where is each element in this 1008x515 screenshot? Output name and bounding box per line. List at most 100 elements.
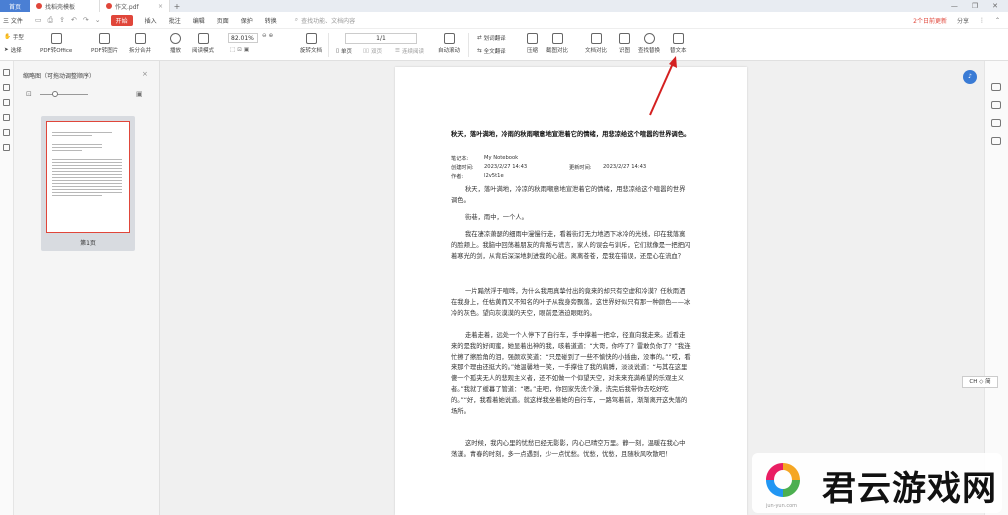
menu-page[interactable]: 页面 xyxy=(217,16,229,25)
more-options-icon[interactable]: ⋮ xyxy=(979,17,985,24)
play-button[interactable]: 播放 xyxy=(170,33,181,54)
double-page-label: 双页 xyxy=(371,49,383,55)
double-page-button[interactable]: ▯▯ 双页 xyxy=(363,47,382,55)
ocr-button[interactable]: 识图 xyxy=(619,33,630,54)
hand-tool[interactable]: ✋ 手型 xyxy=(4,33,24,41)
select-tool[interactable]: ➤ 选择 xyxy=(4,46,22,54)
small-image-icon: ⊡ xyxy=(26,90,32,98)
translate-button[interactable]: ⇄ 划词翻译 xyxy=(477,34,506,42)
menu-bar: 三 文件 ▭ ⎙ ⇪ ↶ ↷ ⌄ 开始 插入 批注 编辑 页面 保护 转换 ⌕ … xyxy=(0,12,1008,29)
find-replace-button[interactable]: 查找替换 xyxy=(638,33,660,54)
page-indicator[interactable]: 1/1 xyxy=(345,33,417,44)
watermark-logo-icon xyxy=(766,463,800,497)
play-label: 播放 xyxy=(170,48,182,54)
pdf-page[interactable]: 秋天，落叶满地，冷雨的秋雨嘲意地宣泄着它的情绪，用悲凉给这个喧嚣的世界调色。 笔… xyxy=(395,67,747,515)
hand-tool-label: 手型 xyxy=(12,35,24,41)
auto-scroll-label: 自动滚动 xyxy=(438,48,461,54)
compress-button[interactable]: 压缩 xyxy=(527,33,538,54)
layers-icon[interactable] xyxy=(3,144,10,151)
close-panel-icon[interactable]: × xyxy=(142,70,148,78)
search-box[interactable]: ⌕ 查找功能、文档内容 xyxy=(295,16,355,25)
actual-size-icon[interactable]: ▣ xyxy=(244,47,249,53)
pdf-to-office-button[interactable]: PDF转Office xyxy=(40,33,72,54)
thumbnail-page-label: 第1页 xyxy=(80,240,96,247)
fit-page-icon[interactable]: ⊡ xyxy=(237,47,242,53)
search-icon: ⌕ xyxy=(294,16,299,23)
undo-icon[interactable]: ↶ xyxy=(71,16,77,25)
large-image-icon: ▣ xyxy=(136,90,143,98)
thumbnail-size-slider[interactable]: ⊡ ▣ xyxy=(26,90,146,100)
attachment-icon[interactable] xyxy=(3,114,10,121)
more-icon[interactable]: ⌄ xyxy=(95,16,101,25)
translate-side-icon[interactable] xyxy=(991,101,1001,109)
print-icon[interactable]: ⎙ xyxy=(48,16,54,25)
assistant-button[interactable]: ♪ xyxy=(963,70,977,84)
ocr-label: 识图 xyxy=(619,48,631,54)
menu-protect[interactable]: 保护 xyxy=(241,16,253,25)
zoom-out-icon[interactable]: ⊖ xyxy=(262,33,267,39)
file-menu[interactable]: 三 文件 xyxy=(3,16,23,25)
slider-track[interactable] xyxy=(40,94,88,95)
share-button[interactable]: 分享 xyxy=(957,16,969,25)
fit-width-icon[interactable]: ⬚ xyxy=(230,47,235,53)
collapse-icon[interactable]: ⌃ xyxy=(995,17,1000,24)
bookmark-icon[interactable] xyxy=(3,69,10,76)
menu-edit[interactable]: 编辑 xyxy=(193,16,205,25)
compress-icon xyxy=(527,33,538,44)
pdf-to-image-button[interactable]: PDF转图片 xyxy=(91,33,118,54)
notebook-value: My Notebook xyxy=(484,155,519,161)
single-page-button[interactable]: ▯ 单页 xyxy=(336,47,352,55)
pdf-to-image-label: PDF转图片 xyxy=(91,48,119,54)
screenshot-compare-label: 截图对比 xyxy=(546,48,569,54)
signature-icon[interactable] xyxy=(3,129,10,136)
thumbnail-icon[interactable] xyxy=(3,84,10,91)
slider-handle[interactable] xyxy=(52,91,58,97)
paragraph: 走着走着，远处一个人停下了自行车，手中撑着一把伞，径直向我走来。近看走来的是我的… xyxy=(451,332,691,415)
tab-document[interactable]: 作文.pdf × xyxy=(100,0,170,12)
paragraph: 一片黯然浮于喧哗，为什么我用真挚付出的竟来的却只有空虚和冷漠？任秋雨洒在我身上，… xyxy=(451,288,691,317)
continuous-label: 连续阅读 xyxy=(401,49,424,55)
auto-scroll-button[interactable]: 自动滚动 xyxy=(438,33,460,54)
menu-convert[interactable]: 转换 xyxy=(265,16,277,25)
maximize-button[interactable]: ❐ xyxy=(972,2,978,10)
page-thumbnail[interactable]: 第1页 xyxy=(41,116,135,251)
zoom-select[interactable]: 82.01% xyxy=(228,33,258,43)
doc-compare-button[interactable]: 文档对比 xyxy=(585,33,607,54)
magnify-icon[interactable] xyxy=(991,83,1001,91)
ime-indicator[interactable]: CH ◇ 简 xyxy=(962,376,998,388)
export-icon[interactable]: ⇪ xyxy=(59,16,65,25)
rotate-button[interactable]: 旋转文档 xyxy=(300,33,322,54)
zoom-in-icon[interactable]: ⊕ xyxy=(269,33,274,39)
read-mode-button[interactable]: 阅读模式 xyxy=(192,33,214,54)
double-page-icon: ▯▯ xyxy=(363,48,370,54)
menu-start[interactable]: 开始 xyxy=(110,14,133,26)
cursor-icon: ➤ xyxy=(4,47,9,53)
divider xyxy=(468,33,469,57)
screenshot-compare-button[interactable]: 截图对比 xyxy=(546,33,568,54)
tab-templates-label: 找稻壳模板 xyxy=(45,3,76,11)
close-tab-icon[interactable]: × xyxy=(158,3,163,10)
comment-icon[interactable] xyxy=(3,99,10,106)
fit-controls: ⬚ ⊡ ▣ xyxy=(230,47,249,53)
split-merge-button[interactable]: 拆分合并 xyxy=(129,33,151,54)
replace-text-button[interactable]: 替文本 xyxy=(670,33,687,54)
tab-document-label: 作文.pdf xyxy=(115,3,139,11)
tab-home[interactable]: 首页 xyxy=(0,0,30,12)
split-icon xyxy=(134,33,146,44)
close-window-button[interactable]: ✕ xyxy=(992,2,998,10)
add-tab-button[interactable]: + xyxy=(170,2,184,11)
settings-icon[interactable] xyxy=(991,119,1001,127)
save-icon[interactable]: ▭ xyxy=(35,16,42,25)
minimize-button[interactable]: — xyxy=(951,2,958,10)
ocr-icon xyxy=(619,33,630,44)
menu-right: 2个日前更新 分享 ⋮ ⌃ xyxy=(913,16,1008,25)
tab-templates[interactable]: 找稻壳模板 xyxy=(30,0,100,12)
menu-insert[interactable]: 插入 xyxy=(145,16,157,25)
export-side-icon[interactable] xyxy=(991,137,1001,145)
continuous-button[interactable]: ☰ 连续阅读 xyxy=(395,47,424,55)
update-notice[interactable]: 2个日前更新 xyxy=(913,16,947,25)
redo-icon[interactable]: ↷ xyxy=(83,16,89,25)
menu-comment[interactable]: 批注 xyxy=(169,16,181,25)
rotate-icon xyxy=(305,33,317,44)
full-translate-button[interactable]: ⇆ 全文翻译 xyxy=(477,47,506,55)
